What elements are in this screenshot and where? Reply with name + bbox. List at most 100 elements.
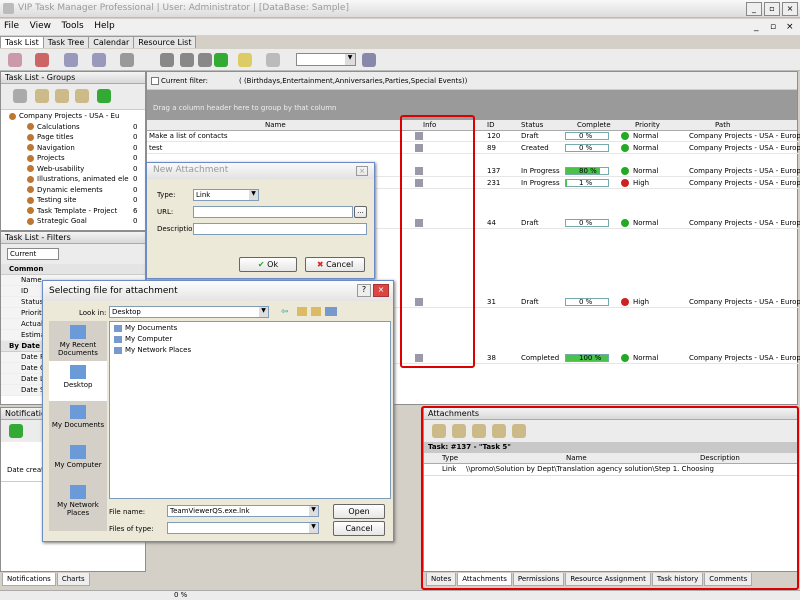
group-item[interactable]: Page titles 0 bbox=[5, 133, 145, 144]
column-priority[interactable]: Priority bbox=[635, 121, 660, 129]
file-dialog: Selecting file for attachment ? × Look i… bbox=[42, 280, 394, 542]
cancel-button[interactable]: ✖ Cancel bbox=[305, 257, 365, 272]
file-item[interactable]: My Computer bbox=[110, 333, 390, 344]
group-item[interactable]: Testing site 0 bbox=[5, 196, 145, 207]
up-folder-icon[interactable] bbox=[297, 307, 307, 316]
group-item[interactable]: Task Template - Project 6 bbox=[5, 207, 145, 218]
place-item[interactable]: My Recent Documents bbox=[49, 321, 107, 361]
group-item[interactable]: Calculations 0 bbox=[5, 123, 145, 134]
print-icon[interactable] bbox=[266, 53, 280, 67]
group-filter-icon[interactable] bbox=[13, 89, 27, 103]
back-icon[interactable]: ⇦ bbox=[281, 307, 289, 317]
place-item[interactable]: Desktop bbox=[49, 361, 107, 401]
task-action-icon[interactable] bbox=[120, 53, 134, 67]
group-item[interactable]: Web-usability 0 bbox=[5, 165, 145, 176]
new-folder-icon[interactable] bbox=[311, 307, 321, 316]
maximize-button[interactable]: ▫ bbox=[764, 2, 780, 16]
tab-task-tree[interactable]: Task Tree bbox=[42, 36, 90, 48]
description-input[interactable] bbox=[193, 223, 367, 235]
delete-task-icon[interactable] bbox=[35, 53, 49, 67]
column-path[interactable]: Path bbox=[715, 121, 730, 129]
column-id[interactable]: ID bbox=[487, 121, 494, 129]
ok-button[interactable]: ✔ Ok bbox=[239, 257, 297, 272]
url-input[interactable] bbox=[193, 206, 353, 218]
task-path: Company Projects - USA - Europ bbox=[689, 298, 800, 306]
group-item[interactable]: Navigation 0 bbox=[5, 144, 145, 155]
group-item[interactable]: Dynamic elements 0 bbox=[5, 186, 145, 197]
refresh-icon[interactable] bbox=[214, 53, 228, 67]
info-column-highlight bbox=[400, 115, 475, 368]
group-item[interactable]: Company Projects - USA - Eu bbox=[5, 112, 145, 123]
mdi-close-icon[interactable]: × bbox=[782, 20, 798, 34]
place-item[interactable]: My Documents bbox=[49, 401, 107, 441]
dialog-close-icon[interactable]: × bbox=[356, 166, 368, 176]
place-item[interactable]: My Computer bbox=[49, 441, 107, 481]
view-options-icon[interactable] bbox=[238, 53, 252, 67]
file-item[interactable]: My Documents bbox=[110, 322, 390, 333]
browse-button[interactable]: ... bbox=[354, 206, 367, 218]
group-edit-icon[interactable] bbox=[55, 89, 69, 103]
priority-icon bbox=[621, 298, 629, 306]
look-in-select[interactable]: Desktop ▼ bbox=[109, 306, 269, 318]
task-from-icon[interactable] bbox=[92, 53, 106, 67]
place-icon bbox=[70, 365, 86, 379]
group-add-icon[interactable] bbox=[35, 89, 49, 103]
group-item-label: Testing site bbox=[37, 196, 77, 204]
group-refresh-icon[interactable] bbox=[97, 89, 111, 103]
arrow-down-icon[interactable] bbox=[198, 53, 212, 67]
tab-charts[interactable]: Charts bbox=[56, 573, 90, 586]
group-item[interactable]: Projects 0 bbox=[5, 154, 145, 165]
filter-icon[interactable] bbox=[362, 53, 376, 67]
new-task-icon[interactable] bbox=[8, 53, 22, 67]
type-select[interactable]: Link ▼ bbox=[193, 189, 259, 201]
file-dialog-close-icon[interactable]: × bbox=[373, 284, 389, 297]
filter-checkbox[interactable] bbox=[151, 77, 159, 85]
group-item[interactable]: Strategic Goal 0 bbox=[5, 217, 145, 228]
file-dialog-titlebar: Selecting file for attachment ? × bbox=[43, 281, 393, 301]
notification-refresh-icon[interactable] bbox=[9, 424, 23, 438]
task-id: 120 bbox=[487, 132, 501, 140]
menu-tools[interactable]: Tools bbox=[58, 19, 88, 33]
group-item-label: Task Template - Project bbox=[37, 206, 118, 215]
search-combo[interactable]: ▼ bbox=[296, 53, 356, 66]
priority-icon bbox=[621, 132, 629, 140]
views-icon[interactable] bbox=[325, 307, 337, 316]
filter-section[interactable]: Common bbox=[1, 264, 145, 275]
arrow-up-icon[interactable] bbox=[180, 53, 194, 67]
group-folder-icon bbox=[27, 196, 34, 204]
filter-current-select[interactable]: Current bbox=[7, 248, 59, 260]
mdi-restore-icon[interactable]: ▫ bbox=[766, 20, 780, 34]
task-status: In Progress bbox=[521, 167, 560, 175]
group-folder-icon bbox=[27, 186, 34, 193]
menu-file[interactable]: File bbox=[0, 19, 23, 33]
minimize-button[interactable]: _ bbox=[746, 2, 762, 16]
column-name[interactable]: Name bbox=[265, 121, 286, 129]
move-up-down-icon[interactable] bbox=[160, 53, 174, 67]
column-status[interactable]: Status bbox=[521, 121, 543, 129]
task-priority: Normal bbox=[633, 219, 659, 227]
menu-view[interactable]: View bbox=[26, 19, 55, 33]
place-item[interactable]: My Network Places bbox=[49, 481, 107, 521]
task-id: 31 bbox=[487, 298, 496, 306]
tab-task-list[interactable]: Task List bbox=[0, 36, 44, 48]
group-delete-icon[interactable] bbox=[75, 89, 89, 103]
open-button[interactable]: Open bbox=[333, 504, 385, 519]
file-name-input[interactable]: TeamViewerQS.exe.lnk ▼ bbox=[167, 505, 319, 517]
menu-help[interactable]: Help bbox=[90, 19, 119, 33]
column-complete[interactable]: Complete bbox=[577, 121, 611, 129]
mdi-minimize-icon[interactable]: _ bbox=[750, 20, 763, 34]
file-type-select[interactable]: ▼ bbox=[167, 522, 319, 534]
task-to-icon[interactable] bbox=[64, 53, 78, 67]
help-icon[interactable]: ? bbox=[357, 284, 371, 297]
group-item-count: 0 bbox=[133, 185, 138, 194]
tab-notifications[interactable]: Notifications bbox=[2, 573, 56, 586]
task-status: Completed bbox=[521, 354, 560, 362]
tab-calendar[interactable]: Calendar bbox=[88, 36, 135, 48]
group-item[interactable]: Illustrations, animated ele 0 bbox=[5, 175, 145, 186]
close-button[interactable]: × bbox=[782, 2, 798, 16]
tab-resource-list[interactable]: Resource List bbox=[133, 36, 197, 48]
bottom-left-tabs: Notifications Charts bbox=[2, 573, 91, 586]
file-item[interactable]: My Network Places bbox=[110, 344, 390, 355]
file-cancel-button[interactable]: Cancel bbox=[333, 521, 385, 536]
group-item-count: 0 bbox=[133, 196, 138, 204]
